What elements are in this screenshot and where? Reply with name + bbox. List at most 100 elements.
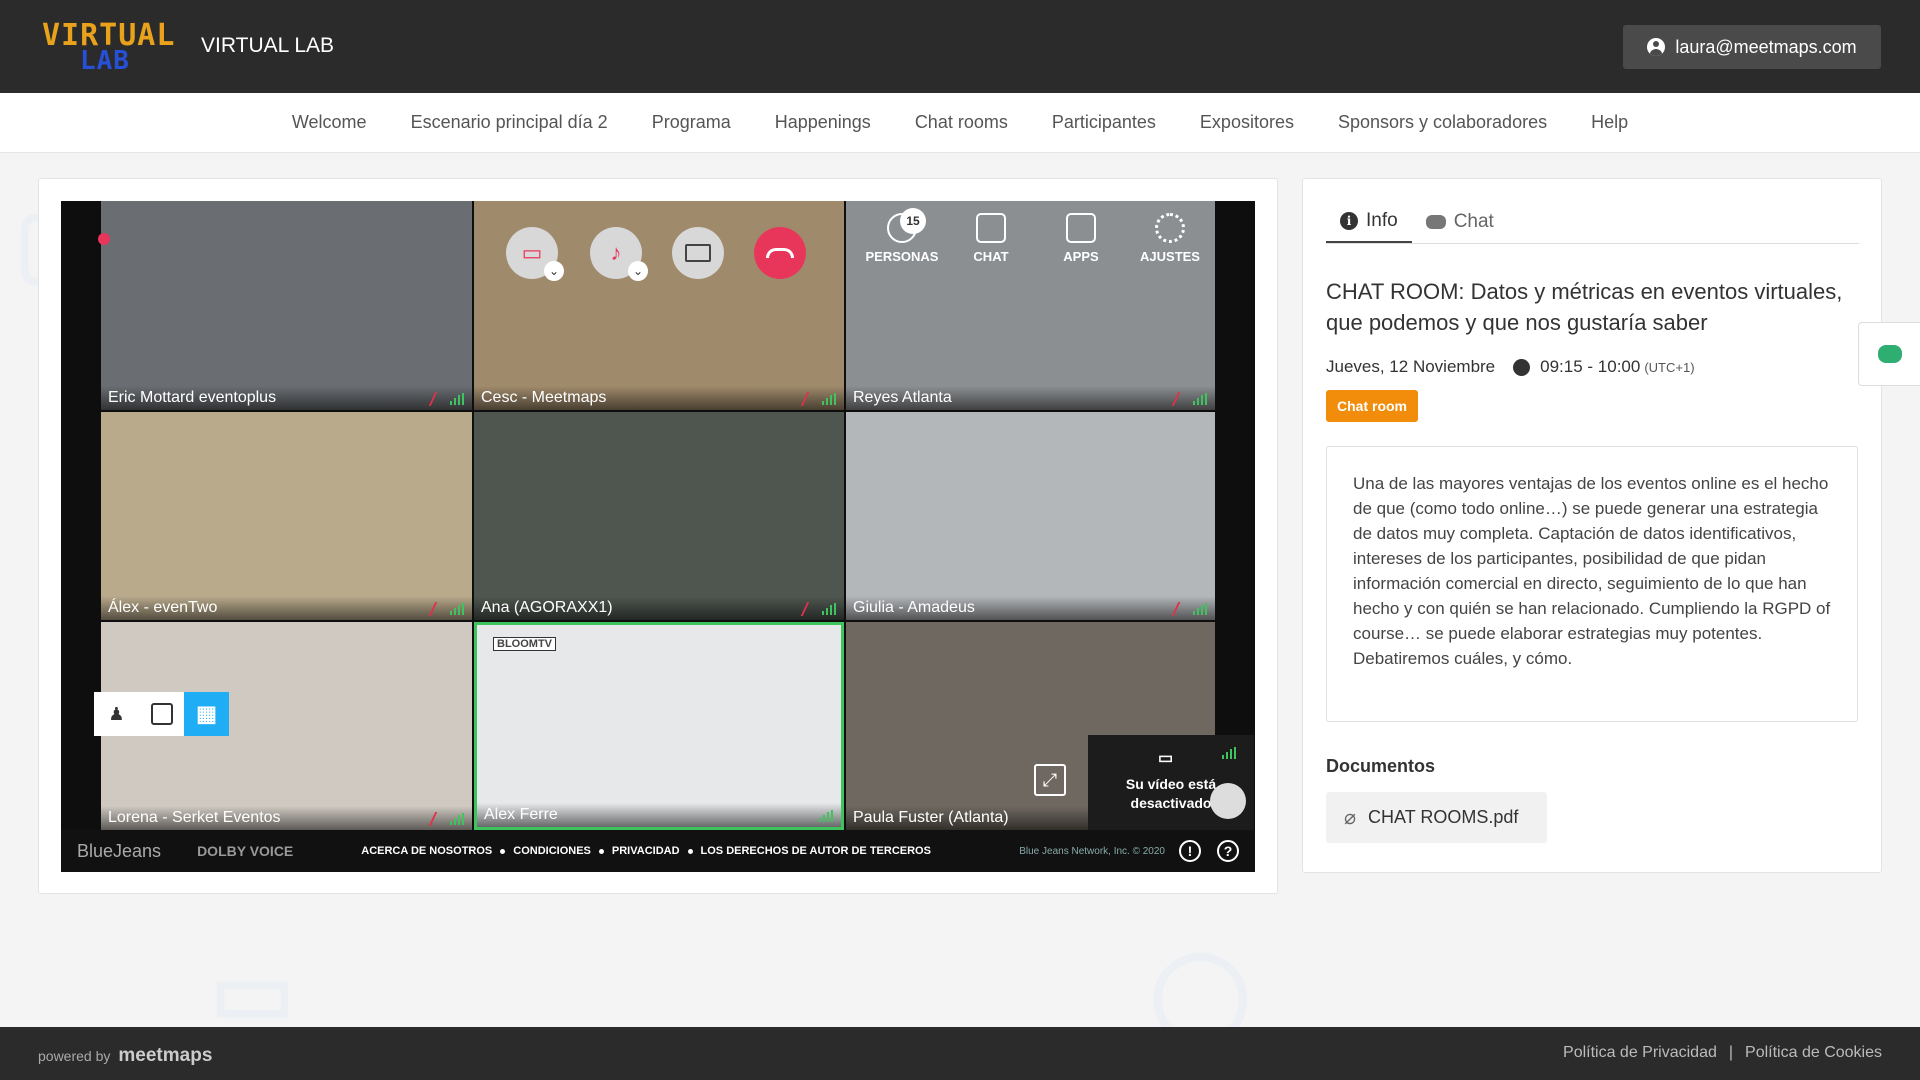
main-nav: Welcome Escenario principal día 2 Progra… <box>0 93 1920 153</box>
cookies-policy-link[interactable]: Política de Cookies <box>1745 1044 1882 1062</box>
privacy-policy-link[interactable]: Política de Privacidad <box>1563 1044 1717 1062</box>
apps-button[interactable]: APPS <box>1036 213 1126 264</box>
nav-welcome[interactable]: Welcome <box>292 112 367 133</box>
signal-icon <box>819 810 833 822</box>
apps-label: APPS <box>1063 249 1099 264</box>
session-description: Una de las mayores ventajas de los event… <box>1326 446 1858 722</box>
phone-hangup-icon <box>766 248 794 258</box>
info-icon: i <box>1340 211 1358 230</box>
session-datetime: Jueves, 12 Noviembre 09:15 - 10:00 (UTC+… <box>1326 357 1695 377</box>
nav-expositores[interactable]: Expositores <box>1200 112 1294 133</box>
signal-icon <box>1193 393 1207 405</box>
screen-share-button[interactable] <box>672 227 724 279</box>
layout-presentation-button[interactable]: ♟ <box>94 692 139 736</box>
gallery-grid-icon: ▦ <box>196 701 217 726</box>
bluejeans-copyright: Blue Jeans Network, Inc. © 2020 <box>1019 845 1165 857</box>
chat-label: CHAT <box>973 249 1009 264</box>
about-link[interactable]: ACERCA DE NOSOTROS <box>361 845 492 857</box>
floating-chat-button[interactable] <box>1858 322 1920 386</box>
clock-icon <box>1513 358 1531 376</box>
recording-indicator-icon <box>98 233 110 245</box>
participant-tile[interactable]: Álex - evenTwo <box>101 412 472 620</box>
layout-speaker-button[interactable] <box>139 692 184 736</box>
chat-bubbles-icon <box>1877 345 1902 363</box>
gear-icon <box>1155 213 1185 243</box>
paperclip-icon: ⌀ <box>1344 807 1357 829</box>
participant-name: Álex - evenTwo <box>101 596 472 620</box>
document-download-button[interactable]: ⌀ CHAT ROOMS.pdf <box>1326 792 1547 843</box>
people-count-badge: 15 <box>900 208 926 234</box>
virtual-lab-logo[interactable]: VIRTUAL LAB <box>42 18 174 76</box>
session-time: 09:15 - 10:00 <box>1540 357 1641 376</box>
people-label: PERSONAS <box>865 249 939 264</box>
nav-escenario[interactable]: Escenario principal día 2 <box>411 112 608 133</box>
participant-tile[interactable]: Eric Mottard eventoplus <box>101 201 472 410</box>
alert-icon[interactable]: ! <box>1179 840 1201 862</box>
chevron-down-icon[interactable]: ⌄ <box>544 261 564 281</box>
user-circle-icon <box>1647 38 1666 56</box>
nav-programa[interactable]: Programa <box>652 112 731 133</box>
document-name: CHAT ROOMS.pdf <box>1368 807 1519 827</box>
footer-separator: | <box>1728 1044 1734 1061</box>
participant-tile-active-speaker[interactable]: BLOOMTV Alex Ferre <box>474 622 844 830</box>
monitor-icon <box>685 244 711 262</box>
chat-bubbles-icon <box>1425 214 1446 229</box>
grid-icon <box>1066 213 1096 243</box>
participant-name: Alex Ferre <box>477 803 841 827</box>
tab-chat[interactable]: Chat <box>1412 200 1508 243</box>
hang-up-button[interactable] <box>754 227 806 279</box>
session-type-badge: Chat room <box>1326 390 1418 422</box>
user-account-button[interactable]: laura@meetmaps.com <box>1623 25 1881 69</box>
camera-toggle-button[interactable]: ▭ ⌄ <box>506 227 564 281</box>
logo-text-lab: LAB <box>80 46 130 76</box>
settings-label: AJUSTES <box>1140 249 1200 264</box>
nav-happenings[interactable]: Happenings <box>775 112 871 133</box>
separator-dot <box>500 848 506 854</box>
participant-tile[interactable]: Ana (AGORAXX1) <box>474 412 844 620</box>
layout-gallery-button[interactable]: ▦ <box>184 692 229 736</box>
nav-sponsors[interactable]: Sponsors y colaboradores <box>1338 112 1547 133</box>
contact-card-icon <box>150 703 173 725</box>
top-bar: VIRTUAL LAB VIRTUAL LAB laura@meetmaps.c… <box>0 0 1920 93</box>
participant-name: Reyes Atlanta <box>846 386 1215 410</box>
bluejeans-logo: BlueJeans <box>77 840 162 861</box>
chevron-down-icon[interactable]: ⌄ <box>628 261 648 281</box>
nav-participantes[interactable]: Participantes <box>1052 112 1156 133</box>
page-footer: powered by meetmaps Política de Privacid… <box>0 1027 1920 1080</box>
site-title: VIRTUAL LAB <box>201 34 335 57</box>
bloomtv-logo: BLOOMTV <box>493 637 556 651</box>
signal-icon <box>450 813 464 825</box>
nav-chat-rooms[interactable]: Chat rooms <box>915 112 1008 133</box>
mic-muted-badge-icon[interactable] <box>1210 783 1246 819</box>
help-icon[interactable]: ? <box>1217 840 1239 862</box>
meetmaps-logo[interactable]: meetmaps <box>118 1045 212 1067</box>
tab-info[interactable]: i Info <box>1326 200 1412 243</box>
presenter-icon: ♟ <box>108 703 125 724</box>
settings-button[interactable]: AJUSTES <box>1125 213 1215 264</box>
layout-switcher: ♟ ▦ <box>94 692 229 736</box>
participant-name: Lorena - Serket Eventos <box>101 806 472 830</box>
mic-off-icon: ♪ <box>610 240 622 265</box>
copyright-link[interactable]: LOS DERECHOS DE AUTOR DE TERCEROS <box>701 845 931 857</box>
participant-name: Cesc - Meetmaps <box>474 386 844 410</box>
participant-name: Ana (AGORAXX1) <box>474 596 844 620</box>
info-tabs: i Info Chat <box>1326 200 1859 244</box>
expand-icon[interactable]: ⤢ <box>1034 764 1066 796</box>
participant-tile[interactable]: Giulia - Amadeus <box>846 412 1215 620</box>
signal-icon <box>450 393 464 405</box>
session-date: Jueves, 12 Noviembre <box>1326 357 1496 376</box>
signal-icon <box>822 603 836 615</box>
chat-bubble-icon <box>976 213 1006 243</box>
nav-help[interactable]: Help <box>1591 112 1628 133</box>
documents-heading: Documentos <box>1326 756 1436 776</box>
participant-name: Giulia - Amadeus <box>846 596 1215 620</box>
camera-off-icon: ▭ <box>521 240 543 265</box>
terms-link[interactable]: CONDICIONES <box>513 845 591 857</box>
mic-toggle-button[interactable]: ♪ ⌄ <box>590 227 648 281</box>
chat-button[interactable]: CHAT <box>946 213 1036 264</box>
session-timezone: (UTC+1) <box>1644 359 1695 375</box>
footer-links: Política de Privacidad | Política de Coo… <box>1563 1044 1882 1062</box>
session-title: CHAT ROOM: Datos y métricas en eventos v… <box>1326 279 1843 335</box>
self-view-panel: ▭ Su vídeo está desactivado <box>1088 735 1254 831</box>
privacy-link[interactable]: PRIVACIDAD <box>612 845 680 857</box>
